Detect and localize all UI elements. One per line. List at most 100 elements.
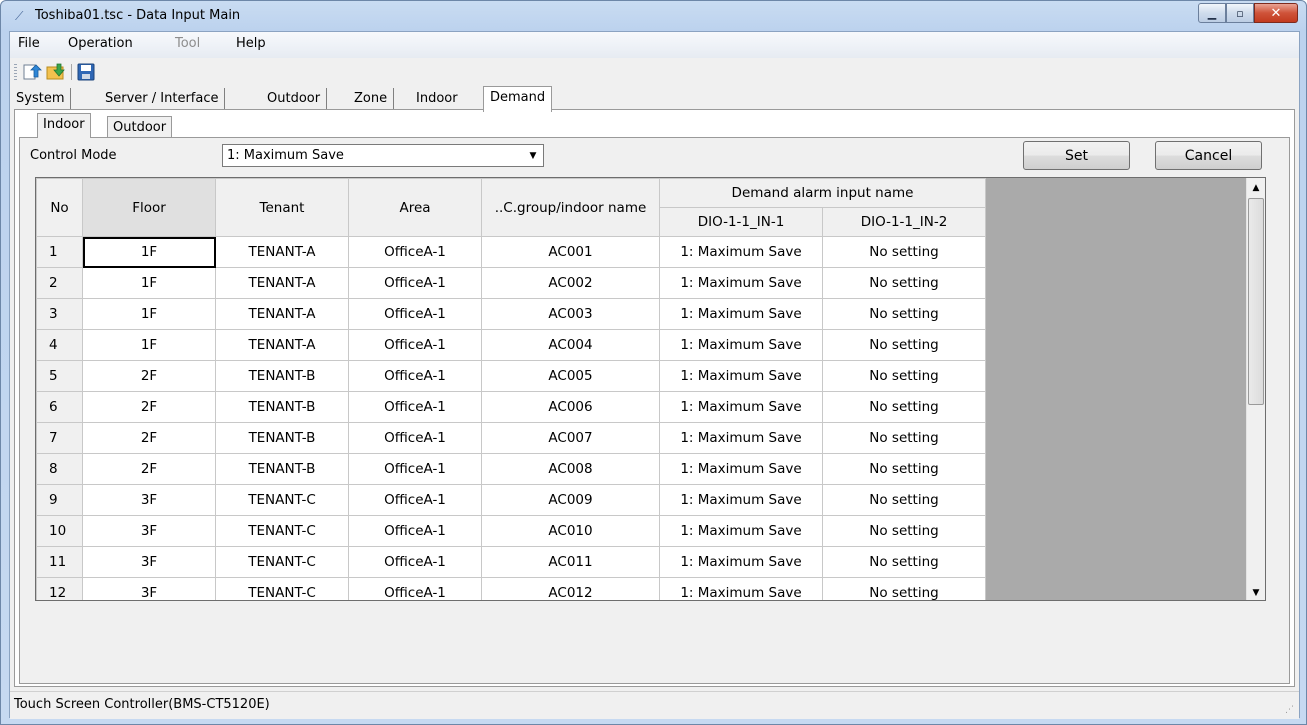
table-row[interactable]: 2 1F TENANT-A OfficeA-1 AC002 1: Maximum Save… — [36, 267, 986, 299]
cell-tenant[interactable]: TENANT-B — [215, 453, 349, 485]
header-no[interactable]: No — [36, 178, 83, 237]
cell-group[interactable]: AC009 — [481, 484, 660, 516]
toolbar-grip[interactable] — [14, 64, 17, 80]
cell-in1[interactable]: 1: Maximum Save — [659, 267, 823, 299]
cell-in1[interactable]: 1: Maximum Save — [659, 329, 823, 361]
cell-tenant[interactable]: TENANT-A — [215, 236, 349, 268]
cell-tenant[interactable]: TENANT-C — [215, 577, 349, 600]
cell-tenant[interactable]: TENANT-A — [215, 267, 349, 299]
cell-area[interactable]: OfficeA-1 — [348, 391, 482, 423]
header-tenant[interactable]: Tenant — [215, 178, 349, 237]
cell-group[interactable]: AC004 — [481, 329, 660, 361]
cell-in2[interactable]: No setting — [822, 236, 986, 268]
cell-tenant[interactable]: TENANT-C — [215, 515, 349, 547]
resize-grip-icon[interactable]: ⋰ — [1285, 705, 1296, 716]
cell-in1[interactable]: 1: Maximum Save — [659, 298, 823, 330]
cell-group[interactable]: AC011 — [481, 546, 660, 578]
table-row[interactable]: 7 2F TENANT-B OfficeA-1 AC007 1: Maximum Save… — [36, 422, 986, 454]
minimize-button[interactable]: ▁ — [1198, 3, 1226, 23]
cell-area[interactable]: OfficeA-1 — [348, 360, 482, 392]
cell-in2[interactable]: No setting — [822, 484, 986, 516]
cell-in2[interactable]: No setting — [822, 298, 986, 330]
vertical-scrollbar[interactable]: ▲ ▼ — [1246, 178, 1265, 600]
scroll-down-icon[interactable]: ▼ — [1247, 583, 1265, 600]
cell-group[interactable]: AC007 — [481, 422, 660, 454]
scroll-thumb[interactable] — [1248, 198, 1264, 405]
cell-floor[interactable]: 3F — [82, 546, 216, 578]
header-floor[interactable]: Floor — [82, 178, 216, 237]
menu-help[interactable]: Help — [236, 36, 266, 51]
header-in1[interactable]: DIO-1-1_IN-1 — [659, 207, 823, 237]
cell-floor[interactable]: 2F — [82, 391, 216, 423]
upload-button[interactable] — [22, 63, 42, 81]
cancel-button[interactable]: Cancel — [1155, 141, 1262, 170]
cell-floor[interactable]: 1F — [82, 236, 216, 268]
cell-area[interactable]: OfficeA-1 — [348, 577, 482, 600]
cell-floor[interactable]: 1F — [82, 267, 216, 299]
subtab-indoor[interactable]: Indoor — [37, 113, 91, 138]
menu-operation[interactable]: Operation — [68, 36, 133, 51]
dropdown-arrow-icon[interactable]: ▼ — [524, 146, 542, 165]
tab-server-interface[interactable]: Server / Interface — [99, 88, 226, 110]
cell-in1[interactable]: 1: Maximum Save — [659, 515, 823, 547]
cell-in2[interactable]: No setting — [822, 267, 986, 299]
cell-floor[interactable]: 2F — [82, 360, 216, 392]
download-button[interactable] — [46, 63, 66, 81]
cell-in1[interactable]: 1: Maximum Save — [659, 236, 823, 268]
table-row[interactable]: 1 1F TENANT-A OfficeA-1 AC001 1: Maximum Save… — [36, 236, 986, 268]
cell-group[interactable]: AC010 — [481, 515, 660, 547]
cell-floor[interactable]: 1F — [82, 298, 216, 330]
cell-group[interactable]: AC012 — [481, 577, 660, 600]
header-group[interactable]: ..C.group/indoor name — [481, 178, 660, 237]
cell-group[interactable]: AC005 — [481, 360, 660, 392]
control-mode-select[interactable]: 1: Maximum Save ▼ — [222, 144, 544, 167]
tab-system[interactable]: System — [10, 88, 72, 110]
menu-file[interactable]: File — [18, 36, 40, 51]
set-button[interactable]: Set — [1023, 141, 1130, 170]
cell-in1[interactable]: 1: Maximum Save — [659, 422, 823, 454]
tab-outdoor[interactable]: Outdoor — [261, 88, 328, 110]
cell-in1[interactable]: 1: Maximum Save — [659, 453, 823, 485]
cell-tenant[interactable]: TENANT-B — [215, 422, 349, 454]
cell-floor[interactable]: 1F — [82, 329, 216, 361]
cell-in2[interactable]: No setting — [822, 391, 986, 423]
scroll-up-icon[interactable]: ▲ — [1247, 178, 1265, 197]
table-row[interactable]: 4 1F TENANT-A OfficeA-1 AC004 1: Maximum Save… — [36, 329, 986, 361]
cell-group[interactable]: AC002 — [481, 267, 660, 299]
table-row[interactable]: 6 2F TENANT-B OfficeA-1 AC006 1: Maximum Save… — [36, 391, 986, 423]
table-row[interactable]: 8 2F TENANT-B OfficeA-1 AC008 1: Maximum Save… — [36, 453, 986, 485]
cell-tenant[interactable]: TENANT-C — [215, 484, 349, 516]
menu-tool[interactable]: Tool — [175, 36, 200, 51]
cell-tenant[interactable]: TENANT-C — [215, 546, 349, 578]
save-button[interactable] — [76, 63, 96, 81]
cell-tenant[interactable]: TENANT-A — [215, 298, 349, 330]
subtab-outdoor[interactable]: Outdoor — [107, 116, 173, 138]
cell-area[interactable]: OfficeA-1 — [348, 298, 482, 330]
table-row[interactable]: 3 1F TENANT-A OfficeA-1 AC003 1: Maximum Save… — [36, 298, 986, 330]
cell-area[interactable]: OfficeA-1 — [348, 546, 482, 578]
cell-in2[interactable]: No setting — [822, 546, 986, 578]
maximize-button[interactable]: ▫ — [1226, 3, 1254, 23]
table-row[interactable]: 11 3F TENANT-C OfficeA-1 AC011 1: Maximum Sav… — [36, 546, 986, 578]
header-area[interactable]: Area — [348, 178, 482, 237]
title-bar[interactable]: ⟋ Toshiba01.tsc - Data Input Main ▁ ▫ ✕ — [1, 1, 1306, 31]
tab-zone[interactable]: Zone — [348, 88, 395, 110]
cell-in2[interactable]: No setting — [822, 360, 986, 392]
cell-floor[interactable]: 3F — [82, 515, 216, 547]
table-row[interactable]: 10 3F TENANT-C OfficeA-1 AC010 1: Maximum Sav… — [36, 515, 986, 547]
cell-in1[interactable]: 1: Maximum Save — [659, 391, 823, 423]
cell-tenant[interactable]: TENANT-A — [215, 329, 349, 361]
cell-floor[interactable]: 2F — [82, 453, 216, 485]
header-in2[interactable]: DIO-1-1_IN-2 — [822, 207, 986, 237]
cell-group[interactable]: AC003 — [481, 298, 660, 330]
close-button[interactable]: ✕ — [1254, 3, 1298, 23]
cell-area[interactable]: OfficeA-1 — [348, 236, 482, 268]
cell-area[interactable]: OfficeA-1 — [348, 515, 482, 547]
cell-in2[interactable]: No setting — [822, 453, 986, 485]
cell-in2[interactable]: No setting — [822, 329, 986, 361]
cell-in2[interactable]: No setting — [822, 422, 986, 454]
cell-area[interactable]: OfficeA-1 — [348, 267, 482, 299]
cell-area[interactable]: OfficeA-1 — [348, 484, 482, 516]
cell-in1[interactable]: 1: Maximum Save — [659, 484, 823, 516]
tab-demand[interactable]: Demand — [483, 86, 553, 112]
